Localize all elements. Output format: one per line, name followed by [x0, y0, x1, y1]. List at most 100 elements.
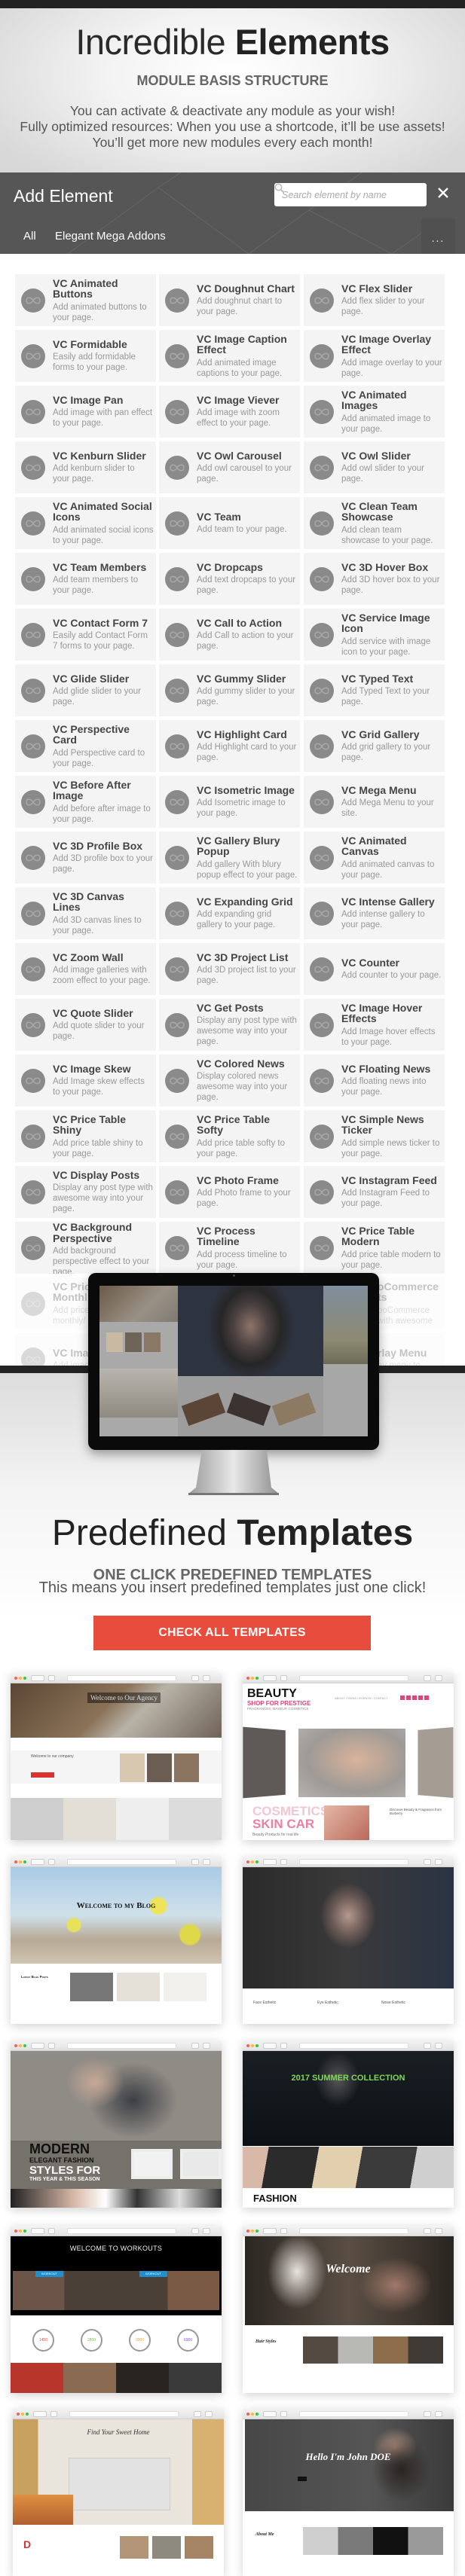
search-input[interactable] — [282, 189, 406, 200]
element-card[interactable]: VC Colored News Display colored news awes… — [159, 1055, 300, 1106]
element-description: Add image with pan effect to your page. — [53, 408, 153, 429]
element-card[interactable]: VC Glide Slider Add glide slider to your … — [15, 664, 156, 716]
element-card[interactable]: VC Formidable Easily add formidable forms… — [15, 330, 156, 382]
element-card[interactable]: VC Image Caption Effect Add animated imag… — [159, 330, 300, 382]
search-box[interactable] — [274, 183, 427, 206]
element-title: VC 3D Profile Box — [53, 840, 143, 852]
element-description: Add Highlight card to your page. — [197, 743, 297, 763]
element-card[interactable]: VC 3D Canvas Lines Add 3D canvas lines to… — [15, 887, 156, 939]
element-card[interactable]: VC Owl Slider Add owl slider to your page… — [304, 441, 445, 493]
element-title: VC Gallery Blury Popup — [197, 835, 280, 857]
element-card[interactable]: VC Doughnut Chart Add doughnut chart to y… — [159, 274, 300, 326]
element-card[interactable]: VC Get Posts Display any post type with a… — [159, 999, 300, 1051]
thumb-side-text: Discover Beauty & Fragrance from Burberr… — [390, 1808, 442, 1815]
element-title: VC Owl Carousel — [197, 450, 282, 462]
element-card[interactable]: VC 3D Hover Box Add 3D hover box to your … — [304, 553, 445, 605]
element-card[interactable]: VC Contact Form 7 Easily add Contact Form… — [15, 609, 156, 661]
element-description: Add Photo frame to your page. — [197, 1189, 291, 1209]
template-thumbnail-fashion[interactable]: MODERN ELEGANT FASHION STYLES FOR THIS Y… — [11, 2040, 222, 2208]
template-thumbnail-beauty[interactable]: BEAUTY SHOP FOR PRESTIGE FRAGRANCES, MAK… — [243, 1673, 454, 1840]
element-text: VC Team Add team to your page. — [197, 511, 298, 536]
element-card[interactable]: VC Animated Canvas Add animated canvas to… — [304, 832, 445, 884]
element-card[interactable]: VC Photo Frame Add Photo frame to your pa… — [159, 1166, 300, 1218]
more-tabs-button[interactable]: ... — [421, 218, 455, 254]
element-description: Add owl carousel to your page. — [197, 464, 292, 484]
element-card[interactable]: VC Grid Gallery Add grid gallery to your … — [304, 720, 445, 772]
element-card[interactable]: VC Animated Buttons Add animated buttons … — [15, 274, 156, 326]
element-card[interactable]: VC Highlight Card Add Highlight card to y… — [159, 720, 300, 772]
element-card[interactable]: VC Service Image Icon Add service with im… — [304, 609, 445, 661]
browser-chrome-part — [48, 1859, 55, 1865]
element-card[interactable]: VC Isometric Image Add Isometric image to… — [159, 776, 300, 828]
thumb-hero-text: WELCOME TO WORKOUTS — [69, 2245, 163, 2252]
element-icon — [165, 789, 189, 814]
element-card[interactable]: VC Image Hover Effects Add Image hover ef… — [304, 999, 445, 1051]
element-card[interactable]: VC Animated Images Add animated image to … — [304, 386, 445, 438]
close-button[interactable] — [437, 185, 454, 201]
template-thumbnail-barber[interactable]: Welcome Hair Styles — [243, 2226, 454, 2393]
element-card[interactable]: VC Price Table Shiny Add price table shin… — [15, 1110, 156, 1162]
element-card[interactable]: VC Mega Menu Add Mega Menu to your site. — [304, 776, 445, 828]
element-title: VC Floating News — [341, 1063, 431, 1075]
element-card[interactable]: VC Flex Slider Add flex slider to your pa… — [304, 274, 445, 326]
element-card[interactable]: VC Image Viever Add image with zoom effec… — [159, 386, 300, 438]
browser-chrome-part — [280, 2043, 287, 2049]
template-thumbnail-john-doe[interactable]: Hello I'm John DOE About Me — [243, 2409, 454, 2576]
element-description: Add animated social icons to your page. — [53, 525, 154, 545]
element-card[interactable]: VC Image Overlay Effect Add image overlay… — [304, 330, 445, 382]
browser-chrome-part — [67, 1859, 176, 1865]
browser-chrome-part — [246, 1860, 249, 1863]
element-card[interactable]: VC Counter Add counter to your page. — [304, 943, 445, 995]
template-thumbnail-agency[interactable]: Welcome to Our Agency Welcome to our com… — [11, 1673, 222, 1840]
element-card[interactable]: VC Price Table Modern Add price table mod… — [304, 1222, 445, 1274]
element-card[interactable]: VC Gummy Slider Add gummy slider to your … — [159, 664, 300, 716]
element-card[interactable]: VC Quote Slider Add quote slider to your … — [15, 999, 156, 1051]
hero-title-bold: Elements — [234, 22, 390, 62]
tab-all[interactable]: All — [23, 230, 36, 243]
element-card[interactable]: VC Price Table Softy Add price table soft… — [159, 1110, 300, 1162]
element-card[interactable]: VC 3D Project List Add 3D project list to… — [159, 943, 300, 995]
element-card[interactable]: VC Process Timeline Add process timeline … — [159, 1222, 300, 1274]
template-thumbnail-portrait[interactable]: Face Esthetic Eye Esthetic Noise Estheti… — [243, 1857, 454, 2024]
element-card[interactable]: VC Image Pan Add image with pan effect to… — [15, 386, 156, 438]
browser-chrome-part — [255, 1860, 259, 1863]
thumb-nav: ABOUT / SKINS / EVENTS / CONTACT — [335, 1696, 388, 1700]
template-thumbnail-home[interactable]: Find Your Sweet Home D — [13, 2409, 224, 2576]
template-thumbnail-blog[interactable]: Welcome to my Blog Latest Blog Posts — [11, 1857, 222, 2024]
element-card[interactable]: VC Image Skew Add Image skew effects to y… — [15, 1055, 156, 1106]
browser-chrome — [11, 2040, 222, 2051]
element-icon — [165, 622, 189, 647]
thumb-hero-text: Welcome to my Blog — [76, 1901, 156, 1910]
element-card[interactable]: VC Before After Image Add before after im… — [15, 776, 156, 828]
template-thumbnail-workouts[interactable]: WELCOME TO WORKOUTS WORKOUT WORKOUT 1400… — [11, 2226, 222, 2393]
element-card[interactable]: VC Typed Text Add Typed Text to your page… — [304, 664, 445, 716]
element-card[interactable]: VC 3D Profile Box Add 3D profile box to y… — [15, 832, 156, 884]
element-card[interactable]: VC Intense Gallery Add intense gallery to… — [304, 887, 445, 939]
element-card[interactable]: VC Owl Carousel Add owl carousel to your … — [159, 441, 300, 493]
element-card[interactable]: VC Zoom Wall Add image galleries with zoo… — [15, 943, 156, 995]
element-card[interactable]: VC Clean Team Showcase Add clean team sho… — [304, 497, 445, 549]
element-card[interactable]: VC Background Perspective Add background … — [15, 1222, 156, 1274]
element-card[interactable]: VC Animated Social Icons Add animated soc… — [15, 497, 156, 549]
element-icon — [310, 343, 334, 368]
element-card[interactable]: VC Instagram Feed Add Instagram Feed to y… — [304, 1166, 445, 1218]
browser-chrome-part — [21, 2413, 24, 2416]
browser-chrome-part — [424, 1859, 431, 1865]
element-card[interactable]: VC Dropcaps Add text dropcaps to your pag… — [159, 553, 300, 605]
element-title: VC Formidable — [53, 338, 127, 350]
element-card[interactable]: VC Team Add team to your page. — [159, 497, 300, 549]
element-card[interactable]: VC Perspective Card Add Perspective card … — [15, 720, 156, 772]
element-card[interactable]: VC Gallery Blury Popup Add gallery With b… — [159, 832, 300, 884]
element-card[interactable]: VC Team Members Add team members to your … — [15, 553, 156, 605]
template-thumbnail-summer[interactable]: 2017 SUMMER COLLECTION FASHION — [243, 2040, 454, 2208]
tab-elegant-mega-addons[interactable]: Elegant Mega Addons — [55, 230, 166, 243]
element-card[interactable]: VC Simple News Ticker Add simple news tic… — [304, 1110, 445, 1162]
element-card[interactable]: VC Kenburn Slider Add kenburn slider to y… — [15, 441, 156, 493]
element-card[interactable]: VC Floating News Add floating news into y… — [304, 1055, 445, 1106]
element-card[interactable]: VC Call to Action Add Call to action to y… — [159, 609, 300, 661]
element-card[interactable]: VC Display Posts Display any post type wi… — [15, 1166, 156, 1218]
element-card[interactable]: VC Expanding Grid Add expanding grid gall… — [159, 887, 300, 939]
element-text: VC Flex Slider Add flex slider to your pa… — [341, 283, 442, 318]
check-all-templates-button[interactable]: CHECK ALL TEMPLATES — [93, 1616, 371, 1650]
thumb-column-title: Noise Esthetic — [381, 2001, 405, 2005]
